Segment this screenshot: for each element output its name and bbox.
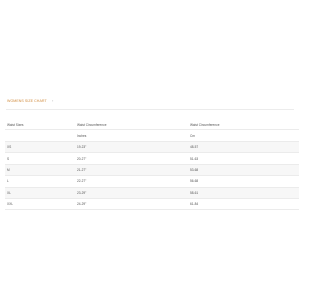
table-row: S 20-27" 51-63	[5, 152, 299, 165]
size-cell: S	[5, 152, 75, 165]
inches-cell: 24-29"	[75, 197, 188, 211]
header-cell-cm: Waist Circumference	[190, 123, 220, 127]
units-cell-cm: Cm	[188, 129, 299, 142]
table-row: XL 23-29" 58-61	[5, 186, 299, 199]
table-units-row: Inches Cm	[5, 129, 299, 142]
size-cell: L	[5, 175, 75, 188]
cm-cell: 48-57	[188, 140, 299, 153]
inches-cell: 22-27"	[75, 175, 188, 188]
size-cell: XS	[5, 140, 75, 153]
header-cell-waist-sizes: Waist Sizes	[7, 123, 24, 127]
units-cell-empty	[5, 129, 75, 142]
size-cell: M	[5, 163, 75, 176]
size-chart-page: WOMENS SIZE CHART ‹ Waist Sizes Waist Ci…	[0, 0, 300, 300]
size-chart-table: Waist Sizes Waist Circumference Waist Ci…	[5, 121, 299, 211]
cm-cell: 56-68	[188, 175, 299, 188]
cm-cell: 53-68	[188, 163, 299, 176]
cm-cell: 61-84	[188, 197, 299, 211]
table-row: L 22-27" 56-68	[5, 175, 299, 188]
size-cell: XL	[5, 186, 75, 199]
cm-cell: 58-61	[188, 186, 299, 199]
units-cell-inches: Inches	[75, 129, 188, 142]
size-cell: XXL	[5, 197, 75, 211]
table-row: XXL 24-29" 61-84	[5, 197, 299, 211]
size-chart-accordion-header[interactable]: WOMENS SIZE CHART ‹	[6, 97, 294, 110]
cm-cell: 51-63	[188, 152, 299, 165]
chevron-icon[interactable]: ‹	[52, 98, 56, 103]
table-row: XS 19-23" 48-57	[5, 140, 299, 153]
inches-cell: 23-29"	[75, 186, 188, 199]
inches-cell: 19-23"	[75, 140, 188, 153]
table-header-row: Waist Sizes Waist Circumference Waist Ci…	[5, 121, 299, 130]
header-cell-inches: Waist Circumference	[77, 123, 107, 127]
table-row: M 21-27" 53-68	[5, 163, 299, 176]
inches-cell: 20-27"	[75, 152, 188, 165]
inches-cell: 21-27"	[75, 163, 188, 176]
section-title: WOMENS SIZE CHART	[7, 99, 47, 103]
